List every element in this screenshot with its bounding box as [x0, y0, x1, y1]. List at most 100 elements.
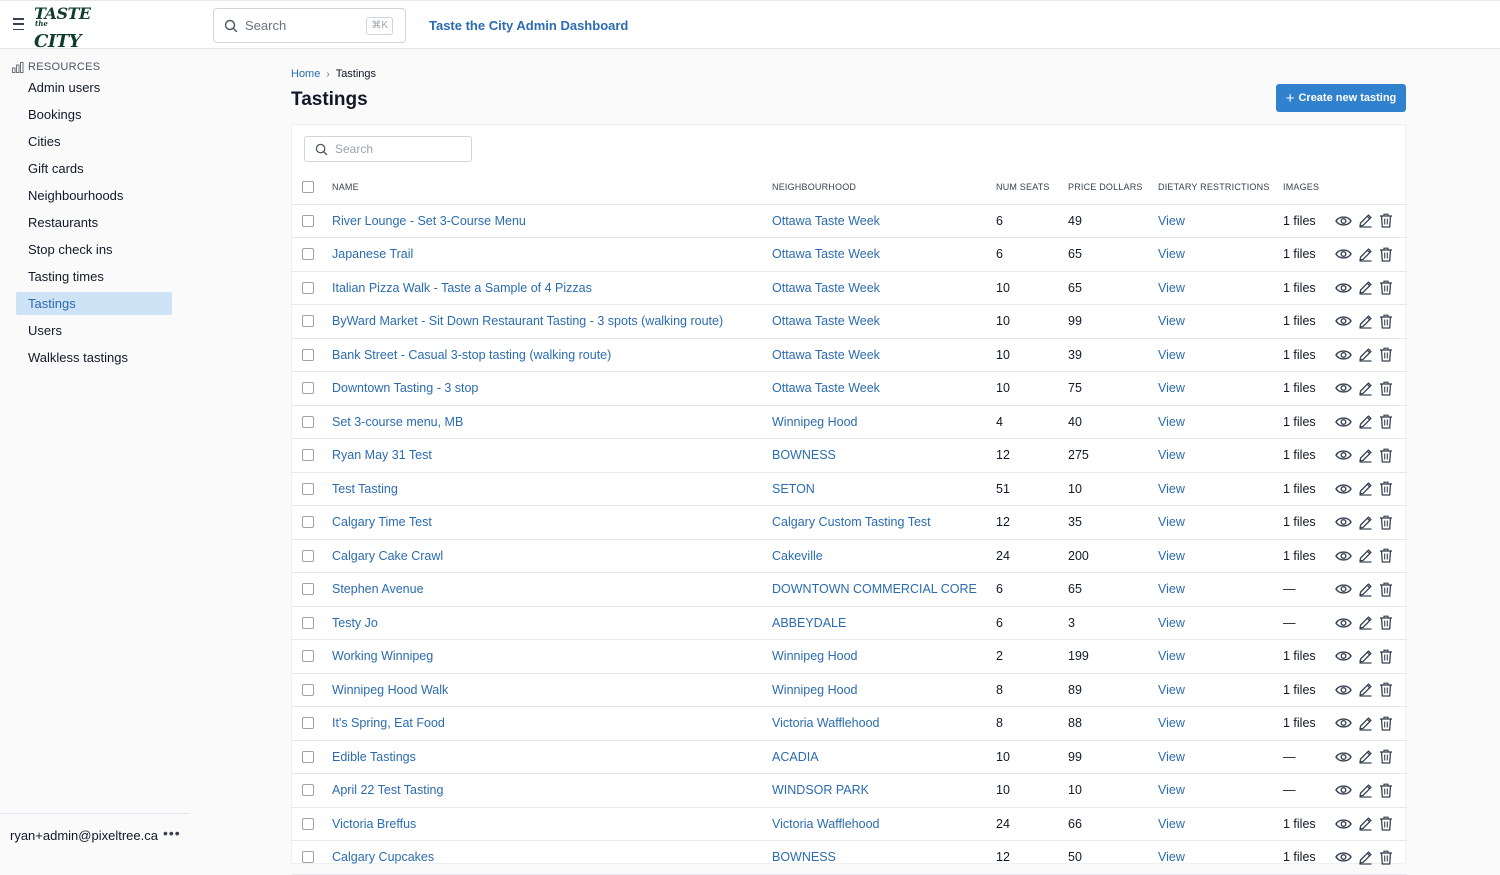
edit-pencil-icon[interactable]	[1358, 280, 1373, 295]
dietary-view-link[interactable]: View	[1158, 639, 1283, 674]
delete-trash-icon[interactable]	[1379, 515, 1393, 530]
view-eye-icon[interactable]	[1335, 818, 1352, 830]
neighbourhood-link[interactable]: ABBEYDALE	[772, 606, 996, 640]
sidebar-item-bookings[interactable]: Bookings	[16, 103, 172, 126]
sidebar-item-tastings[interactable]: Tastings	[16, 292, 172, 315]
tasting-name-link[interactable]: Working Winnipeg	[332, 639, 772, 674]
edit-pencil-icon[interactable]	[1358, 582, 1373, 597]
delete-trash-icon[interactable]	[1379, 381, 1393, 396]
delete-trash-icon[interactable]	[1379, 615, 1393, 630]
neighbourhood-link[interactable]: Ottawa Taste Week	[772, 237, 996, 272]
dietary-view-link[interactable]: View	[1158, 673, 1283, 707]
column-header-neighbourhood[interactable]: NEIGHBOURHOOD	[772, 171, 996, 205]
table-row[interactable]: Italian Pizza Walk - Taste a Sample of 4…	[292, 271, 1407, 305]
tasting-name-link[interactable]: Downtown Tasting - 3 stop	[332, 371, 772, 406]
tasting-name-link[interactable]: Set 3-course menu, MB	[332, 405, 772, 439]
create-tasting-button[interactable]: + Create new tasting	[1276, 84, 1406, 112]
dietary-view-link[interactable]: View	[1158, 773, 1283, 808]
view-eye-icon[interactable]	[1335, 248, 1352, 260]
breadcrumb-home[interactable]: Home	[291, 68, 320, 80]
row-checkbox[interactable]	[302, 348, 314, 361]
column-header-price-dollars[interactable]: PRICE DOLLARS	[1068, 171, 1158, 205]
row-checkbox[interactable]	[302, 482, 314, 495]
delete-trash-icon[interactable]	[1379, 280, 1393, 295]
neighbourhood-link[interactable]: BOWNESS	[772, 840, 996, 875]
dietary-view-link[interactable]: View	[1158, 204, 1283, 238]
neighbourhood-link[interactable]: Ottawa Taste Week	[772, 371, 996, 406]
neighbourhood-link[interactable]: ACADIA	[772, 740, 996, 774]
edit-pencil-icon[interactable]	[1358, 548, 1373, 563]
row-checkbox[interactable]	[302, 750, 314, 763]
dietary-view-link[interactable]: View	[1158, 807, 1283, 841]
edit-pencil-icon[interactable]	[1358, 850, 1373, 865]
row-checkbox[interactable]	[302, 784, 314, 797]
row-checkbox[interactable]	[302, 616, 314, 629]
column-header-name[interactable]: NAME	[332, 171, 772, 205]
view-eye-icon[interactable]	[1335, 617, 1352, 629]
table-search-input[interactable]: Search	[304, 136, 472, 162]
delete-trash-icon[interactable]	[1379, 314, 1393, 329]
neighbourhood-link[interactable]: Ottawa Taste Week	[772, 271, 996, 305]
tasting-name-link[interactable]: April 22 Test Tasting	[332, 773, 772, 808]
sidebar-item-restaurants[interactable]: Restaurants	[16, 211, 172, 234]
dietary-view-link[interactable]: View	[1158, 572, 1283, 607]
taste-the-city-logo[interactable]: TASTE theCITY	[34, 6, 91, 51]
edit-pencil-icon[interactable]	[1358, 347, 1373, 362]
tasting-name-link[interactable]: Edible Tastings	[332, 740, 772, 774]
hamburger-menu-icon[interactable]	[13, 18, 24, 30]
dietary-view-link[interactable]: View	[1158, 304, 1283, 339]
row-checkbox[interactable]	[302, 817, 314, 830]
table-row[interactable]: ByWard Market - Sit Down Restaurant Tast…	[292, 304, 1407, 339]
more-dots-icon[interactable]: •••	[163, 825, 181, 841]
view-eye-icon[interactable]	[1335, 751, 1352, 763]
delete-trash-icon[interactable]	[1379, 347, 1393, 362]
row-checkbox[interactable]	[302, 248, 314, 261]
view-eye-icon[interactable]	[1335, 684, 1352, 696]
delete-trash-icon[interactable]	[1379, 247, 1393, 262]
view-eye-icon[interactable]	[1335, 583, 1352, 595]
global-search-input[interactable]: Search ⌘K	[213, 8, 406, 43]
delete-trash-icon[interactable]	[1379, 548, 1393, 563]
sidebar-item-stop-check-ins[interactable]: Stop check ins	[16, 238, 172, 261]
tasting-name-link[interactable]: Calgary Cupcakes	[332, 840, 772, 875]
table-row[interactable]: Calgary Time Test Calgary Custom Tasting …	[292, 505, 1407, 540]
row-checkbox[interactable]	[302, 449, 314, 462]
sidebar-item-cities[interactable]: Cities	[16, 130, 172, 153]
edit-pencil-icon[interactable]	[1358, 381, 1373, 396]
row-checkbox[interactable]	[302, 650, 314, 663]
view-eye-icon[interactable]	[1335, 650, 1352, 662]
row-checkbox[interactable]	[302, 214, 314, 227]
neighbourhood-link[interactable]: Ottawa Taste Week	[772, 204, 996, 238]
view-eye-icon[interactable]	[1335, 851, 1352, 863]
dietary-view-link[interactable]: View	[1158, 271, 1283, 305]
row-checkbox[interactable]	[302, 549, 314, 562]
neighbourhood-link[interactable]: Winnipeg Hood	[772, 405, 996, 439]
tasting-name-link[interactable]: Ryan May 31 Test	[332, 438, 772, 473]
sidebar-item-admin-users[interactable]: Admin users	[16, 76, 172, 99]
column-header-dietary-restrictions[interactable]: DIETARY RESTRICTIONS	[1158, 171, 1283, 205]
dietary-view-link[interactable]: View	[1158, 840, 1283, 875]
table-row[interactable]: It's Spring, Eat Food Victoria Wafflehood…	[292, 706, 1407, 741]
neighbourhood-link[interactable]: Victoria Wafflehood	[772, 706, 996, 741]
delete-trash-icon[interactable]	[1379, 213, 1393, 228]
view-eye-icon[interactable]	[1335, 282, 1352, 294]
delete-trash-icon[interactable]	[1379, 682, 1393, 697]
table-row[interactable]: Winnipeg Hood Walk Winnipeg Hood 8 89 View 1 …	[292, 673, 1407, 707]
neighbourhood-link[interactable]: Cakeville	[772, 539, 996, 573]
tasting-name-link[interactable]: It's Spring, Eat Food	[332, 706, 772, 741]
table-row[interactable]: Victoria Breffus Victoria Wafflehood 24 66 V…	[292, 807, 1407, 841]
tasting-name-link[interactable]: ByWard Market - Sit Down Restaurant Tast…	[332, 304, 772, 339]
row-checkbox[interactable]	[302, 516, 314, 529]
neighbourhood-link[interactable]: Victoria Wafflehood	[772, 807, 996, 841]
edit-pencil-icon[interactable]	[1358, 414, 1373, 429]
select-all-checkbox[interactable]	[302, 181, 314, 194]
view-eye-icon[interactable]	[1335, 416, 1352, 428]
dietary-view-link[interactable]: View	[1158, 472, 1283, 506]
view-eye-icon[interactable]	[1335, 382, 1352, 394]
tasting-name-link[interactable]: Calgary Time Test	[332, 505, 772, 540]
sidebar-item-gift-cards[interactable]: Gift cards	[16, 157, 172, 180]
delete-trash-icon[interactable]	[1379, 850, 1393, 865]
table-row[interactable]: Testy Jo ABBEYDALE 6 3 View —	[292, 606, 1407, 640]
neighbourhood-link[interactable]: Winnipeg Hood	[772, 639, 996, 674]
table-row[interactable]: Set 3-course menu, MB Winnipeg Hood 4 40 Vie…	[292, 405, 1407, 439]
